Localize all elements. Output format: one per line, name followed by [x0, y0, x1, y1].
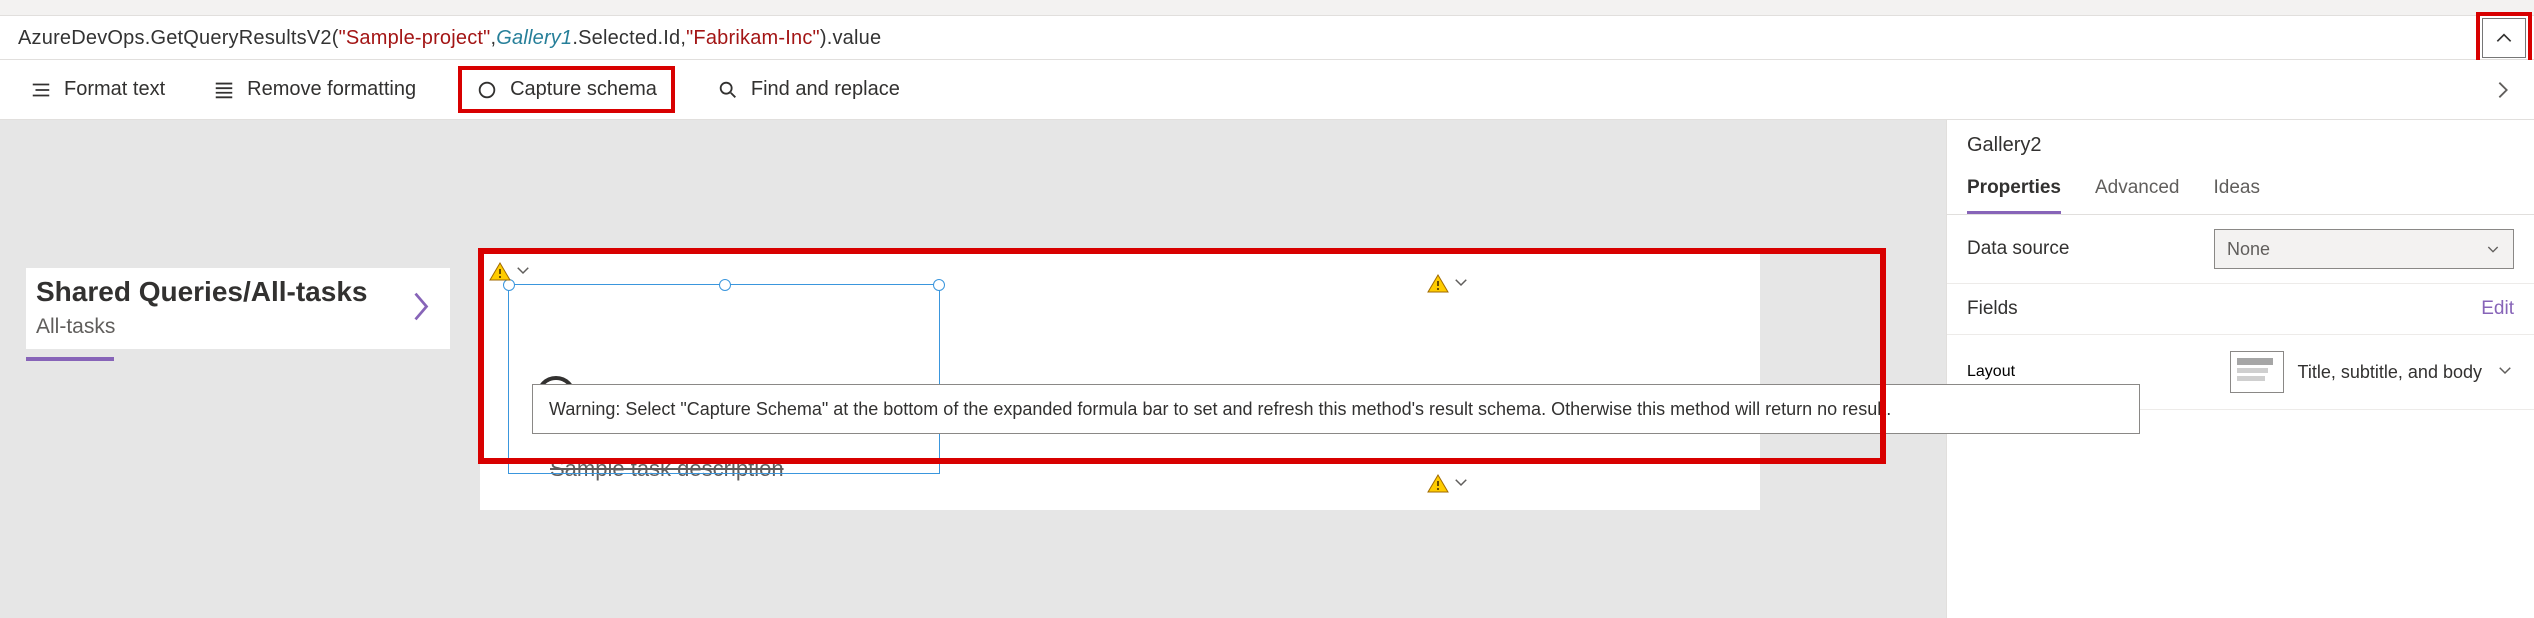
find-replace-label: Find and replace: [751, 78, 900, 101]
formula-method: AzureDevOps.GetQueryResultsV2: [18, 27, 332, 49]
layout-select[interactable]: Title, subtitle, and body: [2230, 351, 2514, 393]
formula-arg2-suffix: .Selected.Id: [572, 27, 680, 49]
formula-arg2-ident: Gallery1: [496, 27, 572, 49]
chevron-down-icon: [2485, 241, 2501, 257]
format-text-icon: [30, 79, 52, 101]
warning-icon: [1426, 272, 1450, 296]
chevron-down-icon[interactable]: [2496, 361, 2514, 384]
formula-toolbar: Format text Remove formatting Capture sc…: [0, 60, 2534, 120]
properties-panel: Gallery2 Properties Advanced Ideas Data …: [1946, 120, 2534, 618]
tab-properties[interactable]: Properties: [1967, 177, 2061, 214]
data-source-value: None: [2227, 239, 2270, 260]
remove-formatting-button[interactable]: Remove formatting: [207, 72, 422, 107]
property-row-fields: Fields Edit: [1947, 284, 2534, 335]
warning-indicator-group-2[interactable]: [1426, 272, 1470, 296]
capture-schema-button[interactable]: Capture schema: [458, 66, 675, 113]
panel-tabs: Properties Advanced Ideas: [1947, 161, 2534, 215]
format-text-button[interactable]: Format text: [24, 72, 171, 107]
gallery-item-title: Shared Queries/All-tasks: [26, 268, 450, 309]
selection-underline: [26, 357, 114, 361]
chevron-up-icon: [2494, 28, 2514, 48]
warning-tooltip-text: Warning: Select "Capture Schema" at the …: [549, 399, 1891, 419]
chevron-right-icon: [2492, 79, 2514, 101]
tab-ideas[interactable]: Ideas: [2214, 177, 2260, 214]
remove-formatting-label: Remove formatting: [247, 78, 416, 101]
tab-advanced[interactable]: Advanced: [2095, 177, 2180, 214]
find-replace-button[interactable]: Find and replace: [711, 72, 906, 107]
warning-icon: [1426, 472, 1450, 496]
chevron-down-icon[interactable]: [1452, 273, 1470, 296]
canvas[interactable]: Shared Queries/All-tasks All-tasks: [0, 120, 1946, 618]
gallery-item-chevron[interactable]: [410, 289, 432, 328]
top-ribbon-sliver: [0, 0, 2534, 16]
capture-schema-icon: [476, 79, 498, 101]
formula-text[interactable]: AzureDevOps.GetQueryResultsV2("Sample-pr…: [18, 25, 881, 50]
property-row-data-source: Data source None: [1947, 215, 2534, 284]
formula-arg1: "Sample-project": [339, 27, 491, 49]
format-text-label: Format text: [64, 78, 165, 101]
toolbar-overflow-button[interactable]: [2492, 79, 2514, 101]
warning-indicator-group-1[interactable]: [488, 260, 532, 284]
expand-formula-bar-button[interactable]: [2482, 18, 2526, 58]
fields-edit-link[interactable]: Edit: [2481, 298, 2514, 320]
layout-value: Title, subtitle, and body: [2298, 362, 2482, 383]
warning-icon: [488, 260, 512, 284]
search-icon: [717, 79, 739, 101]
capture-schema-label: Capture schema: [510, 78, 657, 101]
formula-arg3: "Fabrikam-Inc": [686, 27, 820, 49]
remove-formatting-icon: [213, 79, 235, 101]
gallery-item-subtitle: All-tasks: [26, 309, 450, 349]
layout-label: Layout: [1967, 363, 2015, 381]
gallery-item-shared-queries[interactable]: Shared Queries/All-tasks All-tasks: [26, 268, 450, 349]
formula-tail: .value: [827, 27, 882, 49]
panel-control-name: Gallery2: [1947, 120, 2534, 161]
selection-handle-ne[interactable]: [933, 279, 945, 291]
data-source-label: Data source: [1967, 238, 2069, 260]
layout-thumbnail: [2230, 351, 2284, 393]
warning-tooltip: Warning: Select "Capture Schema" at the …: [532, 384, 2140, 434]
chevron-down-icon[interactable]: [1452, 473, 1470, 496]
formula-bar[interactable]: AzureDevOps.GetQueryResultsV2("Sample-pr…: [0, 16, 2534, 60]
warning-indicator-group-3[interactable]: [1426, 472, 1470, 496]
chevron-right-icon: [410, 289, 432, 323]
content-area: Shared Queries/All-tasks All-tasks: [0, 120, 2534, 618]
selection-handle-n[interactable]: [719, 279, 731, 291]
chevron-down-icon[interactable]: [514, 261, 532, 284]
selection-box[interactable]: [508, 284, 940, 474]
fields-label: Fields: [1967, 298, 2018, 320]
data-source-select[interactable]: None: [2214, 229, 2514, 269]
